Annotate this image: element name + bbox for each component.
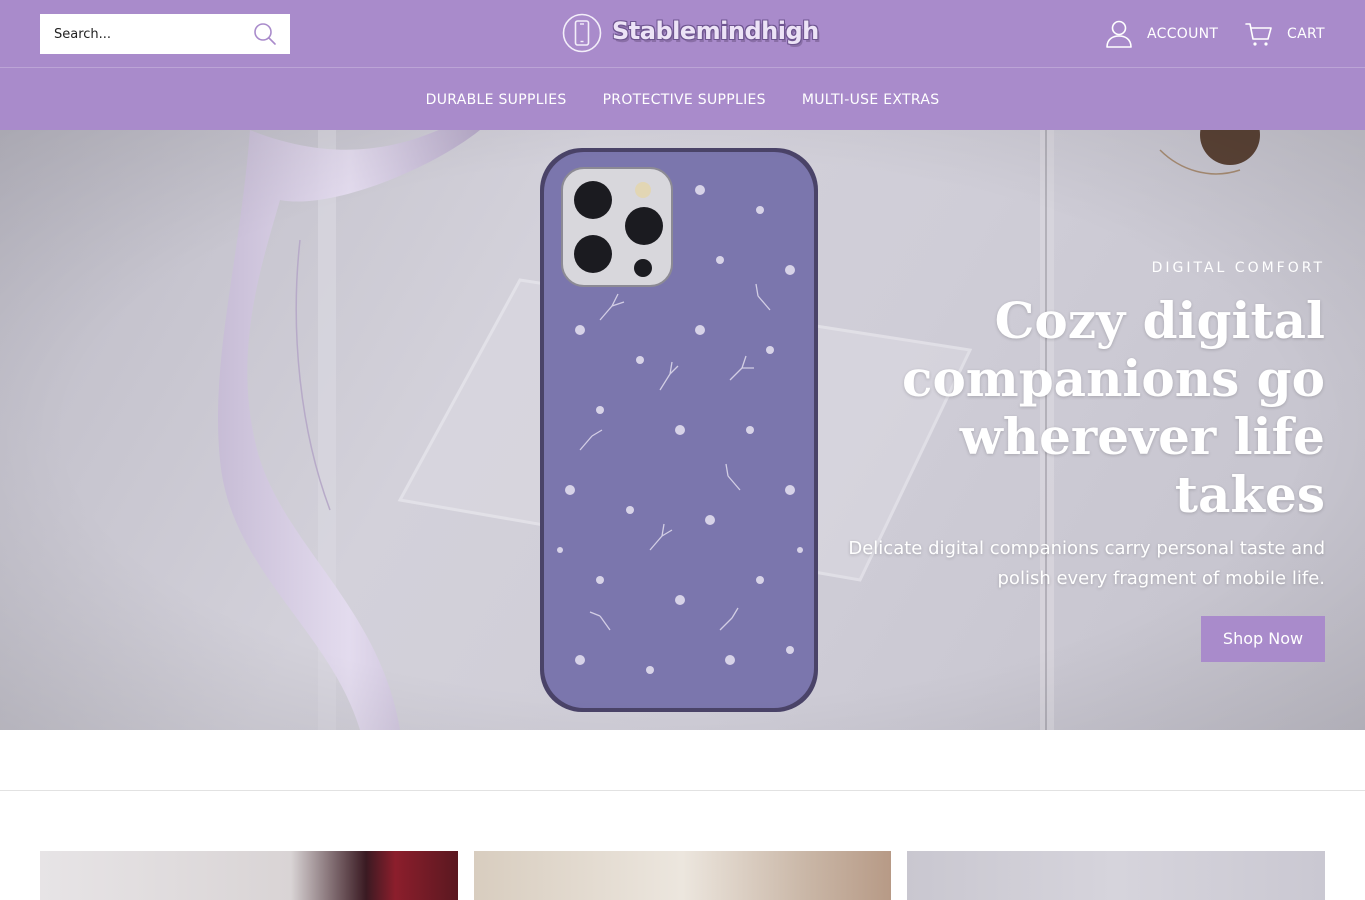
header-top-bar: Stablemindhigh ACCOUNT CART [0,0,1365,68]
nav-item-durable-supplies[interactable]: DURABLE SUPPLIES [426,92,567,108]
cart-label: CART [1287,26,1325,42]
account-label: ACCOUNT [1147,26,1219,42]
hero-subtitle: Delicate digital companions carry person… [848,538,1325,589]
search-form [40,14,290,54]
search-button[interactable] [252,22,278,46]
cart-icon [1245,23,1272,46]
user-icon [1106,20,1132,48]
search-icon [254,23,276,45]
hero-content: DIGITAL COMFORT Cozy digital companions … [805,260,1325,662]
section-divider [0,790,1365,791]
collection-card-image[interactable] [474,851,891,900]
logo-text: Stablemindhigh [612,17,819,45]
site-header: Stablemindhigh ACCOUNT CART DURABLE SUPP… [0,0,1365,130]
nav-item-multi-use-extras[interactable]: MULTI-USE EXTRAS [802,92,940,108]
hero-title: Cozy digital companions go wherever life… [902,291,1325,524]
search-input[interactable] [40,14,245,54]
shop-now-button[interactable]: Shop Now [1201,616,1325,662]
collection-card-image[interactable] [40,851,458,900]
nav-item-protective-supplies[interactable]: PROTECTIVE SUPPLIES [603,92,766,108]
main-nav: DURABLE SUPPLIES PROTECTIVE SUPPLIES MUL… [0,69,1365,130]
site-logo[interactable]: Stablemindhigh [562,13,819,55]
cart-link[interactable]: CART [1245,19,1325,49]
phone-logo-icon [562,13,602,53]
collection-card-image[interactable] [907,851,1325,900]
account-link[interactable]: ACCOUNT [1105,19,1218,49]
hero-eyebrow: DIGITAL COMFORT [1151,260,1325,276]
hero-banner: DIGITAL COMFORT Cozy digital companions … [0,130,1365,730]
